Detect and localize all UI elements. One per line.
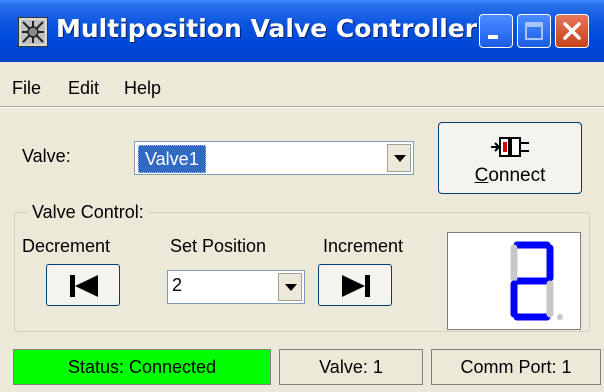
close-button[interactable] <box>555 14 589 48</box>
valve-select[interactable]: Valve1 <box>134 141 414 175</box>
decrement-button[interactable] <box>46 264 120 306</box>
status-connection: Status: Connected <box>13 349 271 385</box>
connect-label-first: C <box>474 165 489 186</box>
status-comm-port: Comm Port: 1 <box>431 349 601 385</box>
skip-forward-icon <box>342 275 370 297</box>
menu-separator <box>0 106 604 108</box>
increment-label: Increment <box>323 236 404 256</box>
menu-bar: File Edit Help <box>0 70 604 106</box>
set-position-select[interactable]: 2 <box>167 270 305 304</box>
valve-label: Valve: <box>22 146 71 166</box>
connect-button-label: Connect <box>439 165 581 187</box>
valve-control-title: Valve Control: <box>28 202 148 223</box>
menu-help[interactable]: Help <box>124 78 161 99</box>
segment-dp <box>557 314 563 320</box>
minimize-button[interactable] <box>479 14 513 48</box>
seven-segment-digit <box>510 241 563 321</box>
title-bar[interactable]: Multiposition Valve Controller <box>0 0 604 62</box>
plug-icon <box>491 137 529 157</box>
decrement-label: Decrement <box>22 236 111 256</box>
menu-file[interactable]: File <box>12 78 41 99</box>
maximize-icon <box>525 22 543 40</box>
set-position-value: 2 <box>172 275 183 295</box>
menu-edit[interactable]: Edit <box>68 78 99 99</box>
increment-button[interactable] <box>318 264 392 306</box>
connect-label-rest: onnect <box>488 165 546 186</box>
close-icon <box>563 22 581 40</box>
maximize-button[interactable] <box>517 14 551 48</box>
minimize-icon <box>488 35 498 39</box>
connect-button[interactable]: Connect <box>438 122 582 194</box>
skip-back-icon <box>70 275 98 297</box>
chevron-down-icon[interactable] <box>278 273 302 301</box>
status-valve: Valve: 1 <box>279 349 423 385</box>
valve-selected-value: Valve1 <box>138 145 206 173</box>
position-display <box>447 232 581 330</box>
window-title: Multiposition Valve Controller <box>56 14 478 43</box>
chevron-down-icon[interactable] <box>387 144 411 172</box>
app-window: Multiposition Valve Controller File Edit… <box>0 0 604 392</box>
set-position-label: Set Position <box>170 236 267 256</box>
status-bar: Status: Connected Valve: 1 Comm Port: 1 <box>0 348 604 392</box>
app-icon[interactable] <box>18 17 48 47</box>
